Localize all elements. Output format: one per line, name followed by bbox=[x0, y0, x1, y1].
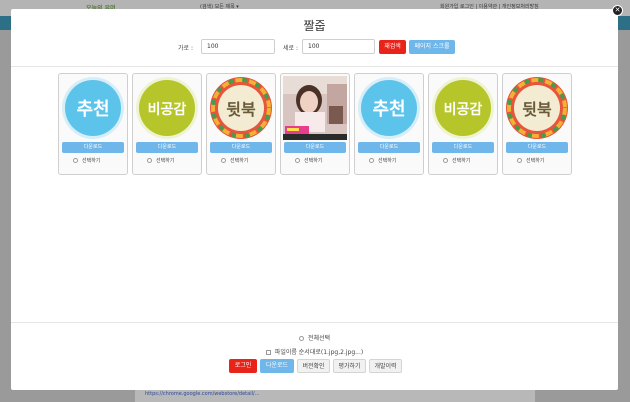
select-label: 선택하기 bbox=[304, 158, 323, 164]
select-label: 선택하기 bbox=[526, 158, 545, 164]
late-badge-image[interactable]: 뒷북 bbox=[209, 76, 273, 140]
image-card: 뒷북 다운로드 선택하기 bbox=[502, 73, 572, 175]
filename-order-option[interactable]: 파일이름 순서대로(1.jpg,2.jpg...) bbox=[11, 347, 618, 356]
background-url: https://chrome.google.com/webstore/detai… bbox=[145, 391, 260, 397]
select-option[interactable]: 선택하기 bbox=[73, 157, 100, 164]
photo-thumbnail-image[interactable] bbox=[283, 76, 347, 140]
select-radio[interactable] bbox=[147, 158, 152, 163]
filename-order-checkbox[interactable] bbox=[265, 350, 271, 355]
footer-buttons: 로그인 다운로드 버전확인 평가하기 개발이력 bbox=[11, 359, 618, 373]
close-icon[interactable]: ✕ bbox=[612, 5, 623, 16]
size-controls: 가로 : 100 세로 : 100 재검색 페이지 스크롤 bbox=[11, 39, 618, 55]
width-label: 가로 : bbox=[178, 45, 193, 52]
badge-text: 뒷북 bbox=[522, 100, 552, 119]
select-radio[interactable] bbox=[221, 158, 226, 163]
image-card: 비공감 다운로드 선택하기 bbox=[428, 73, 498, 175]
zzaljup-modal: 짤줍 가로 : 100 세로 : 100 재검색 페이지 스크롤 추천 다운로드… bbox=[11, 9, 618, 390]
select-radio[interactable] bbox=[517, 158, 522, 163]
changelog-button[interactable]: 개발이력 bbox=[369, 359, 402, 373]
select-label: 선택하기 bbox=[82, 158, 101, 164]
image-card: 다운로드 선택하기 bbox=[280, 73, 350, 175]
select-label: 선택하기 bbox=[378, 158, 397, 164]
dislike-badge-image[interactable]: 비공감 bbox=[135, 76, 199, 140]
select-label: 선택하기 bbox=[230, 158, 249, 164]
height-label: 세로 : bbox=[283, 45, 298, 52]
late-badge-image[interactable]: 뒷북 bbox=[505, 76, 569, 140]
select-radio[interactable] bbox=[369, 158, 374, 163]
select-all-label: 전체선택 bbox=[307, 335, 331, 342]
badge-text: 비공감 bbox=[148, 101, 187, 118]
version-check-button[interactable]: 버전확인 bbox=[297, 359, 330, 373]
recommend-badge-image[interactable]: 추천 bbox=[357, 76, 421, 140]
width-input[interactable]: 100 bbox=[201, 39, 275, 54]
select-label: 선택하기 bbox=[452, 158, 471, 164]
select-option[interactable]: 선택하기 bbox=[443, 157, 470, 164]
download-button[interactable]: 다운로드 bbox=[62, 142, 124, 153]
select-radio[interactable] bbox=[73, 158, 78, 163]
download-button[interactable]: 다운로드 bbox=[358, 142, 420, 153]
image-card: 추천 다운로드 선택하기 bbox=[354, 73, 424, 175]
recommend-badge-image[interactable]: 추천 bbox=[61, 76, 125, 140]
download-button[interactable]: 다운로드 bbox=[506, 142, 568, 153]
select-all-option[interactable]: 전체선택 bbox=[11, 333, 618, 342]
divider bbox=[11, 66, 618, 67]
modal-title: 짤줍 bbox=[303, 19, 326, 33]
download-button[interactable]: 다운로드 bbox=[432, 142, 494, 153]
select-option[interactable]: 선택하기 bbox=[147, 157, 174, 164]
select-option[interactable]: 선택하기 bbox=[221, 157, 248, 164]
select-option[interactable]: 선택하기 bbox=[295, 157, 322, 164]
badge-text: 추천 bbox=[372, 99, 405, 120]
research-button[interactable]: 재검색 bbox=[379, 40, 406, 54]
download-button[interactable]: 다운로드 bbox=[284, 142, 346, 153]
download-all-button[interactable]: 다운로드 bbox=[260, 359, 294, 373]
dislike-badge-image[interactable]: 비공감 bbox=[431, 76, 495, 140]
download-button[interactable]: 다운로드 bbox=[210, 142, 272, 153]
height-input[interactable]: 100 bbox=[302, 39, 375, 54]
badge-text: 비공감 bbox=[444, 101, 483, 118]
select-label: 선택하기 bbox=[156, 158, 175, 164]
select-all-radio[interactable] bbox=[298, 336, 304, 341]
badge-text: 뒷북 bbox=[226, 100, 256, 119]
select-option[interactable]: 선택하기 bbox=[369, 157, 396, 164]
rate-button[interactable]: 평가하기 bbox=[333, 359, 366, 373]
image-card: 뒷북 다운로드 선택하기 bbox=[206, 73, 276, 175]
login-button[interactable]: 로그인 bbox=[229, 359, 257, 373]
select-radio[interactable] bbox=[443, 158, 448, 163]
page-scroll-button[interactable]: 페이지 스크롤 bbox=[409, 40, 455, 54]
filename-order-label: 파일이름 순서대로(1.jpg,2.jpg...) bbox=[274, 349, 364, 356]
select-option[interactable]: 선택하기 bbox=[517, 157, 544, 164]
badge-text: 추천 bbox=[76, 99, 109, 120]
image-card: 추천 다운로드 선택하기 bbox=[58, 73, 128, 175]
download-button[interactable]: 다운로드 bbox=[136, 142, 198, 153]
divider bbox=[11, 322, 618, 323]
image-card: 비공감 다운로드 선택하기 bbox=[132, 73, 202, 175]
select-radio[interactable] bbox=[295, 158, 300, 163]
